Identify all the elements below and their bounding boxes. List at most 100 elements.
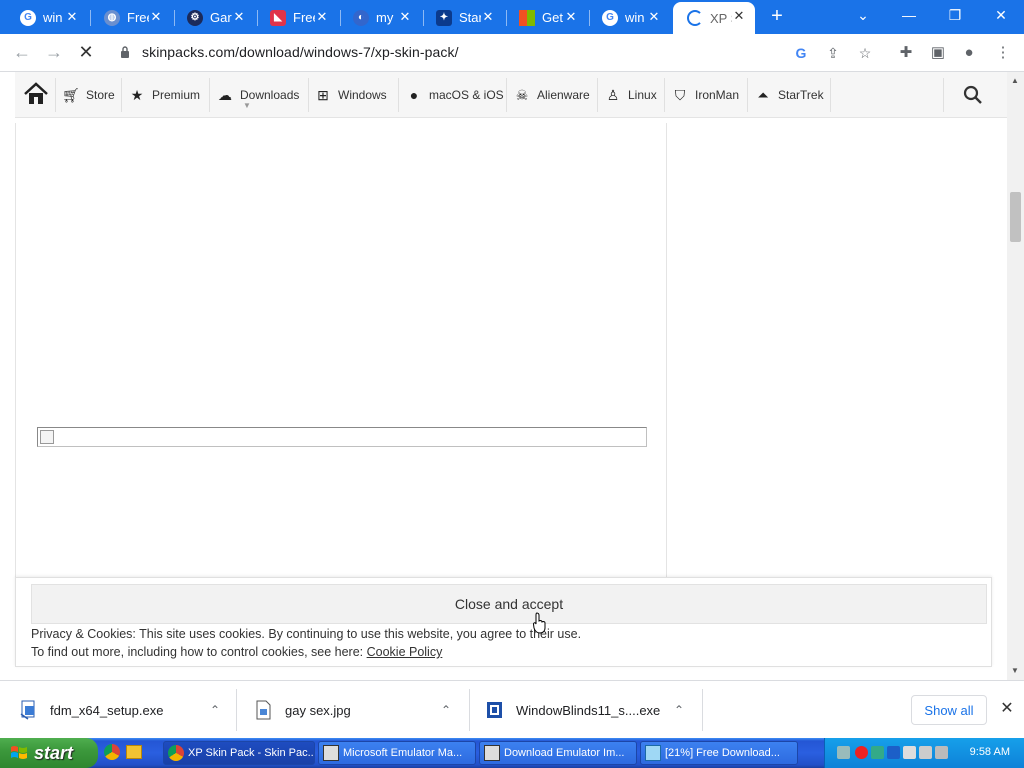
close-icon[interactable]: ✕ — [731, 8, 747, 24]
share-icon[interactable]: ⇪ — [824, 44, 842, 62]
nav-item-linux[interactable]: ♙ Linux — [605, 72, 657, 118]
usb-icon[interactable] — [935, 746, 948, 759]
close-icon[interactable]: ✕ — [397, 9, 413, 25]
task-label: Download Emulator Im... — [504, 747, 625, 759]
close-and-accept-button[interactable]: Close and accept — [31, 584, 987, 624]
task-label: [21%] Free Download... — [665, 747, 780, 759]
broken-image — [37, 427, 647, 447]
chevron-up-icon[interactable]: ⌃ — [441, 703, 451, 717]
cookie-more-info-text: To find out more, including how to contr… — [31, 645, 367, 659]
minimize-button[interactable]: — — [894, 4, 924, 28]
shield-icon[interactable] — [871, 746, 884, 759]
bluetooth-icon[interactable] — [887, 746, 900, 759]
nav-item-ironman[interactable]: ⛉ IronMan — [672, 72, 739, 118]
start-button[interactable]: start — [0, 738, 98, 768]
nav-item-store[interactable]: 🛒︎ Store — [62, 72, 115, 118]
nav-item-windows[interactable]: ⊞ Windows — [315, 72, 387, 118]
chevron-up-icon[interactable]: ⌃ — [674, 703, 684, 717]
restore-button[interactable]: ❐ — [940, 4, 970, 28]
tab-title: Free — [293, 10, 315, 25]
folder-icon[interactable] — [126, 745, 142, 759]
extensions-icon[interactable]: ✚ — [896, 43, 916, 63]
nav-item-startrek[interactable]: ⏶ StarTrek — [755, 72, 823, 118]
side-panel-icon[interactable]: ▣ — [928, 43, 948, 63]
windows-logo-icon — [519, 9, 535, 26]
profile-avatar-icon[interactable]: ● — [959, 43, 979, 63]
url-text[interactable]: skinpacks.com/download/windows-7/xp-skin… — [142, 44, 459, 60]
network-icon[interactable] — [837, 746, 850, 759]
close-icon[interactable]: ✕ — [563, 9, 579, 25]
tab-search-button[interactable]: ⌄ — [848, 4, 878, 28]
taskbar-task-chrome[interactable]: XP Skin Pack - Skin Pac... — [163, 741, 315, 765]
tab-3[interactable]: ⚙ Gar ✕ — [167, 3, 257, 32]
monitor-icon[interactable] — [903, 746, 916, 759]
chevron-up-icon[interactable]: ⌃ — [210, 703, 220, 717]
tab-title: Gar — [210, 10, 232, 25]
cookie-policy-link[interactable]: Cookie Policy — [367, 645, 443, 659]
cookie-notice-text: Privacy & Cookies: This site uses cookie… — [31, 627, 582, 641]
nav-separator — [747, 78, 748, 112]
tab-6[interactable]: ✦ Star ✕ — [416, 3, 506, 32]
window-icon — [323, 745, 339, 761]
nav-item-alienware[interactable]: ☠ Alienware — [514, 72, 590, 118]
chrome-icon[interactable] — [104, 744, 120, 760]
nav-item-downloads[interactable]: ☁ Downloads — [217, 72, 299, 118]
show-all-button[interactable]: Show all — [911, 695, 987, 725]
page-scrollbar[interactable]: ▲ ▼ — [1007, 72, 1024, 680]
alien-icon: ☠ — [515, 86, 529, 103]
download-item[interactable]: fdm_x64_setup.exe ⌃ — [20, 681, 220, 739]
tab-5[interactable]: ◐ my ✕ — [333, 3, 423, 32]
bookmark-star-icon[interactable]: ☆ — [856, 44, 874, 62]
close-icon[interactable]: ✕ — [646, 9, 662, 25]
taskbar-task-download-emulator[interactable]: Download Emulator Im... — [479, 741, 637, 765]
tab-title: Star — [459, 10, 481, 25]
star-logo-icon: ✦ — [436, 9, 452, 26]
nav-item-premium[interactable]: ★ Premium — [129, 72, 200, 118]
window-icon — [484, 745, 500, 761]
windowblinds-file-icon — [487, 702, 502, 718]
search-icon[interactable] — [963, 85, 983, 105]
close-icon[interactable]: ✕ — [148, 9, 164, 25]
close-icon[interactable]: ✕ — [997, 699, 1017, 719]
tab-7[interactable]: Get ✕ — [499, 3, 589, 32]
ironman-icon: ⛉ — [674, 86, 686, 103]
tab-title: Free — [127, 10, 149, 25]
close-window-button[interactable]: ✕ — [986, 4, 1016, 28]
record-icon[interactable] — [855, 746, 868, 759]
menu-icon[interactable]: ⋮ — [993, 43, 1013, 63]
tab-8[interactable]: G win ✕ — [582, 3, 672, 32]
close-icon[interactable]: ✕ — [314, 9, 330, 25]
tab-2[interactable]: ◍ Free ✕ — [84, 3, 174, 32]
taskbar: start XP Skin Pack - Skin Pac... Microso… — [0, 738, 1024, 768]
new-tab-button[interactable]: + — [766, 6, 788, 28]
tab-active[interactable]: XP S ✕ — [673, 2, 755, 34]
back-button[interactable]: ← — [10, 42, 34, 64]
nav-separator — [830, 78, 831, 112]
close-icon[interactable]: ✕ — [231, 9, 247, 25]
tab-4[interactable]: ◣ Free ✕ — [250, 3, 340, 32]
gear-logo-icon: ⚙ — [187, 9, 203, 26]
nav-label: Windows — [338, 88, 387, 102]
scroll-thumb[interactable] — [1010, 192, 1021, 242]
speaker-icon[interactable] — [919, 746, 932, 759]
download-separator — [236, 689, 237, 731]
address-bar[interactable]: skinpacks.com/download/windows-7/xp-skin… — [110, 38, 890, 68]
nav-item-macos[interactable]: ● macOS & iOS — [406, 72, 504, 118]
stop-button[interactable]: ✕ — [74, 42, 98, 64]
close-icon[interactable]: ✕ — [480, 9, 496, 25]
scroll-up-arrow-icon[interactable]: ▲ — [1011, 76, 1019, 85]
download-item[interactable]: gay sex.jpg ⌃ — [255, 681, 451, 739]
taskbar-task-free-download[interactable]: [21%] Free Download... — [640, 741, 798, 765]
forward-button[interactable]: → — [42, 42, 66, 64]
download-separator — [702, 689, 703, 731]
close-icon[interactable]: ✕ — [64, 9, 80, 25]
google-lens-icon[interactable]: G — [792, 44, 810, 62]
tab-title: Get — [542, 10, 563, 25]
apple-icon: ● — [409, 87, 419, 103]
download-item[interactable]: WindowBlinds11_s....exe ⌃ — [486, 681, 684, 739]
taskbar-task-emulator-manager[interactable]: Microsoft Emulator Ma... — [318, 741, 476, 765]
tab-1[interactable]: G win ✕ — [0, 3, 90, 32]
scroll-down-arrow-icon[interactable]: ▼ — [1011, 666, 1019, 675]
home-icon[interactable] — [23, 81, 49, 107]
tab-title: win — [43, 10, 63, 25]
